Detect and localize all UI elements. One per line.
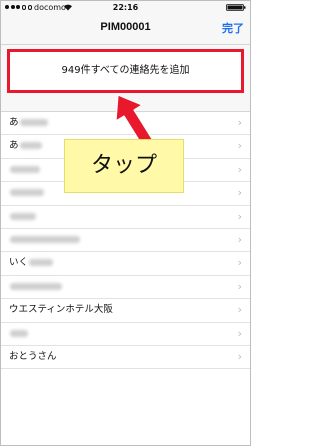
blurred-text — [19, 119, 48, 126]
done-button[interactable]: 完了 — [222, 20, 244, 36]
tap-annotation: タップ — [64, 139, 184, 193]
chevron-right-icon: › — [237, 303, 242, 317]
chevron-right-icon: › — [237, 209, 242, 223]
chevron-right-icon: › — [237, 186, 242, 200]
contact-row[interactable]: おとうさん › — [1, 346, 250, 370]
add-all-contacts-button[interactable]: 949件すべての連絡先を追加 — [7, 49, 244, 93]
status-bar: docomo 22:16 — [1, 1, 250, 14]
contact-row[interactable]: いく › — [1, 252, 250, 276]
blurred-text — [10, 329, 28, 337]
blurred-text — [10, 212, 36, 220]
contact-name: ウエスティンホテル大阪 — [9, 304, 113, 316]
chevron-right-icon: › — [237, 116, 242, 129]
contact-row[interactable]: › — [1, 323, 250, 346]
chevron-right-icon: › — [237, 349, 242, 363]
phone-screen: docomo 22:16 PIM00001 完了 949件すべての連絡先を追加 … — [0, 0, 251, 446]
contact-name: あ — [9, 117, 19, 128]
contact-name: いく — [9, 257, 29, 269]
blurred-text — [10, 282, 62, 290]
page-title: PIM00001 — [100, 21, 151, 33]
chevron-right-icon: › — [237, 139, 242, 153]
chevron-right-icon: › — [237, 232, 242, 246]
chevron-right-icon: › — [237, 326, 242, 340]
chevron-right-icon: › — [237, 162, 242, 176]
contact-name: あ — [9, 140, 19, 152]
contact-name: おとうさん — [9, 350, 57, 362]
status-time: 22:16 — [112, 3, 139, 12]
chevron-right-icon: › — [237, 256, 242, 270]
blurred-text — [10, 189, 44, 197]
blurred-text — [29, 259, 54, 267]
blurred-text — [19, 142, 42, 150]
contact-row[interactable]: › — [1, 276, 250, 300]
battery-icon — [226, 4, 246, 11]
blurred-text — [10, 165, 40, 173]
navigation-bar: PIM00001 完了 — [1, 14, 250, 45]
contact-row[interactable]: › — [1, 206, 250, 229]
chevron-right-icon: › — [237, 279, 242, 293]
blurred-text — [10, 235, 80, 243]
contact-row[interactable]: ウエスティンホテル大阪 › — [1, 299, 250, 323]
contact-row[interactable]: › — [1, 229, 250, 253]
